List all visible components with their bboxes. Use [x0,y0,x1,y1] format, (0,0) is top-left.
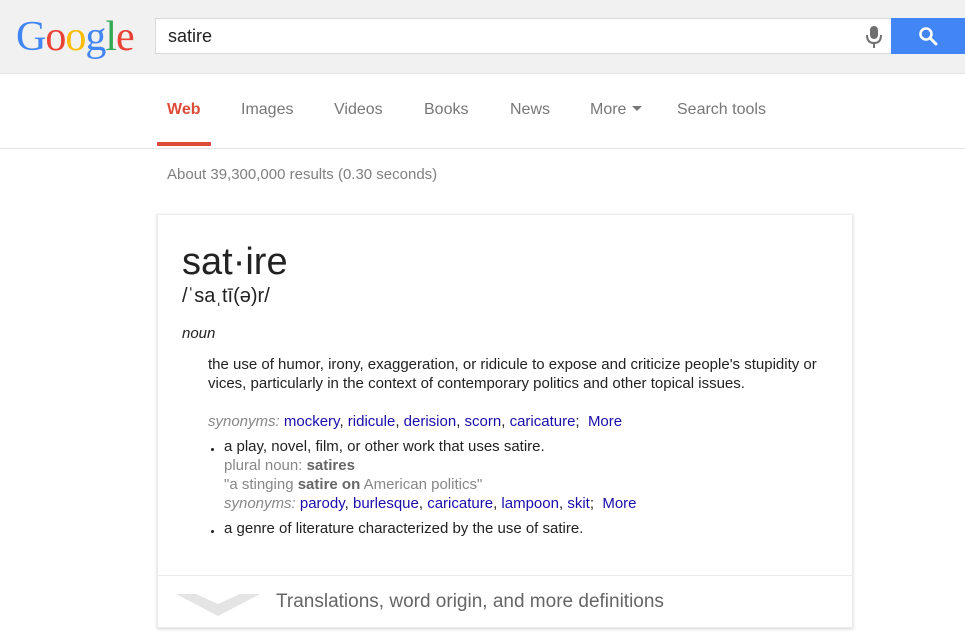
synonym-link[interactable]: caricature [427,495,493,512]
tab-more-label: More [590,101,627,118]
synonyms-label: synonyms: [224,495,296,512]
bullet-icon [210,448,216,454]
bullet-icon [210,530,216,536]
synonym-link[interactable]: derision [404,413,457,430]
more-definitions-link[interactable]: Translations, word origin, and more defi… [276,591,664,613]
synonyms-sense-1: synonyms: mockery, ridicule, derision, s… [208,413,623,430]
tab-web[interactable]: Web [167,101,200,119]
more-synonyms-link[interactable]: More [588,413,622,430]
search-input[interactable] [156,19,856,53]
search-icon [919,27,938,46]
tab-books[interactable]: Books [424,101,468,119]
synonym-link[interactable]: scorn [465,413,502,430]
headword: sat·ire [182,241,288,283]
synonym-link[interactable]: lampoon [501,495,559,512]
definition-sense-2: a play, novel, film, or other work that … [224,438,545,455]
chevron-down-icon [176,594,260,616]
example-highlight: satire on [297,476,361,493]
microphone-icon[interactable] [864,25,884,49]
synonym-link[interactable]: parody [300,495,345,512]
caret-down-icon [632,106,643,111]
result-stats: About 39,300,000 results (0.30 seconds) [167,166,438,183]
example-text: "a stinging [224,476,298,493]
definition-sense-3: a genre of literature characterized by t… [224,520,584,537]
more-definitions-bar[interactable]: Translations, word origin, and more defi… [158,575,852,628]
definition-sense-1: the use of humor, irony, exaggeration, o… [208,356,817,392]
search-button[interactable] [891,18,965,54]
synonyms-label: synonyms: [208,413,280,430]
synonym-link[interactable]: caricature [510,413,576,430]
example-text: American politics" [360,476,483,493]
tab-videos[interactable]: Videos [334,101,383,119]
synonym-link[interactable]: mockery [284,413,340,430]
pronunciation: /ˈsaˌtī(ə)r/ [182,285,270,307]
search-tools-button[interactable]: Search tools [677,101,766,119]
active-tab-indicator [157,142,211,146]
tab-images[interactable]: Images [241,101,293,119]
plural-word: satires [306,457,355,474]
usage-example: "a stinging satire on American politics" [224,475,482,494]
tab-news[interactable]: News [510,101,550,119]
plural-label: plural noun: [224,457,303,474]
synonym-link[interactable]: burlesque [353,495,419,512]
tab-more[interactable]: More [590,101,643,119]
synonym-link[interactable]: skit [567,495,590,512]
synonyms-sense-2: synonyms: parody, burlesque, caricature,… [224,495,637,512]
plural-form: plural noun: satires [224,456,355,475]
more-synonyms-link[interactable]: More [602,495,636,512]
definition-card: sat·ire /ˈsaˌtī(ə)r/ noun the use of hum… [157,214,853,628]
top-bar: Google [0,0,965,74]
search-nav: Web Images Videos Books News More Search… [0,74,965,149]
part-of-speech: noun [182,325,216,342]
search-box [155,18,891,54]
synonym-link[interactable]: ridicule [348,413,396,430]
google-logo[interactable]: Google [16,14,135,60]
